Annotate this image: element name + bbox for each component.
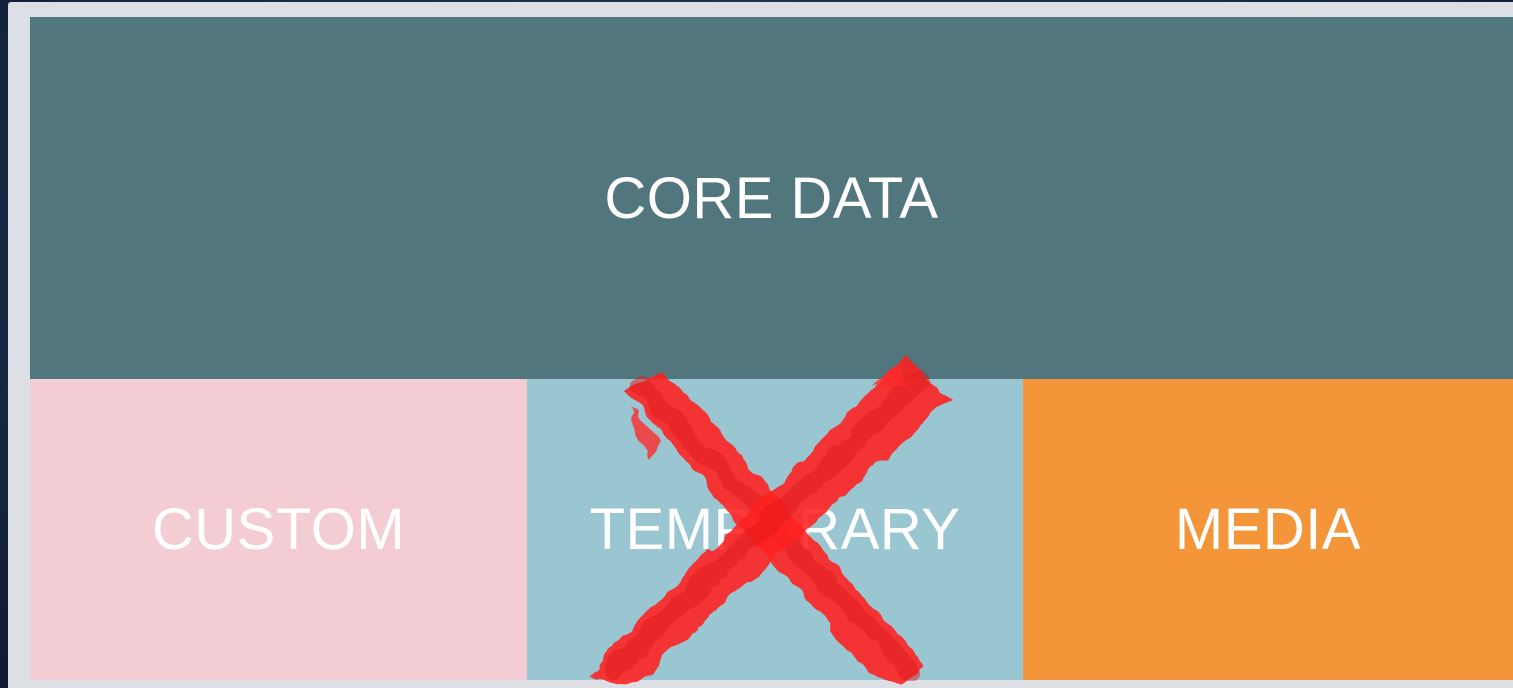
core-data-label: CORE DATA bbox=[604, 165, 939, 231]
temporary-block: TEMPORARY bbox=[527, 379, 1023, 680]
custom-block: CUSTOM bbox=[30, 379, 527, 680]
media-label: MEDIA bbox=[1174, 497, 1362, 562]
custom-label: CUSTOM bbox=[151, 497, 406, 562]
slide-frame: CORE DATA CUSTOM TEMPORARY MEDIA bbox=[8, 2, 1513, 688]
temporary-label: TEMPORARY bbox=[589, 497, 961, 562]
core-data-block: CORE DATA bbox=[30, 17, 1513, 379]
media-block: MEDIA bbox=[1023, 379, 1513, 680]
data-types-diagram: CORE DATA CUSTOM TEMPORARY MEDIA bbox=[30, 17, 1513, 680]
